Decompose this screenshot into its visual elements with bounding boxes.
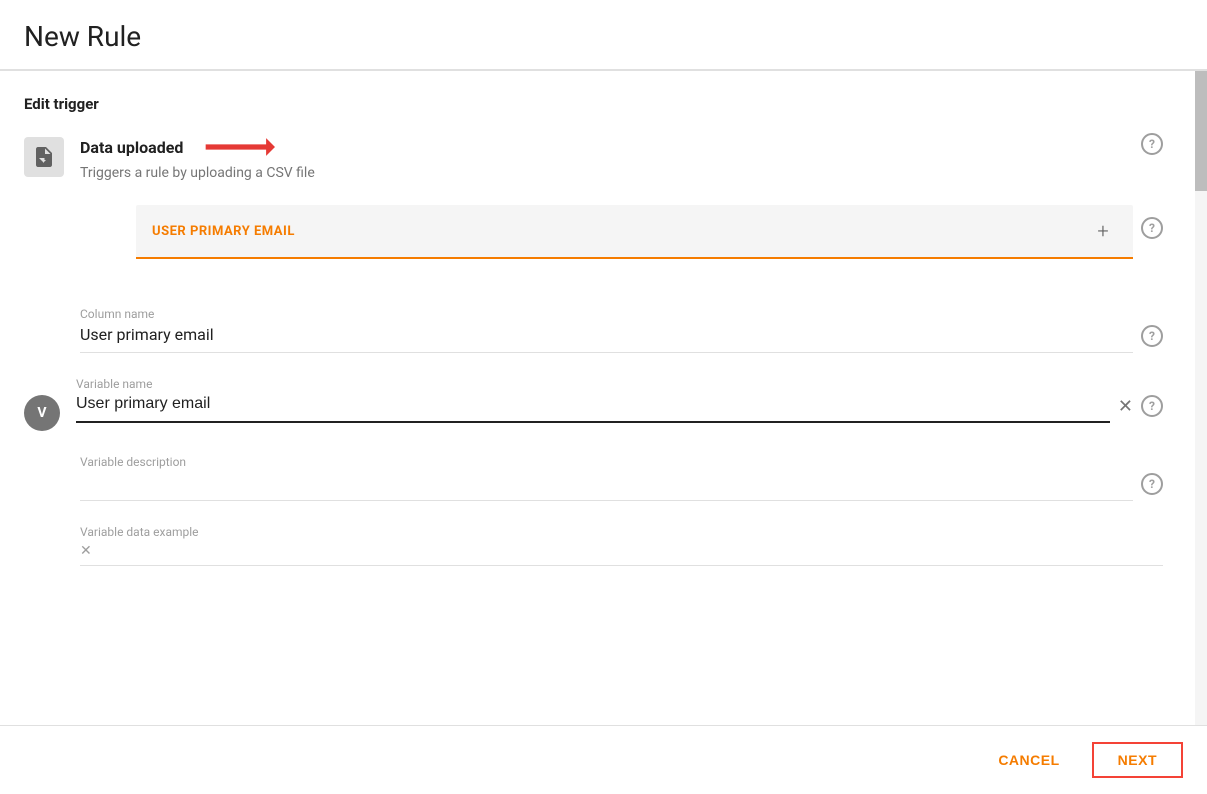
variable-avatar: V bbox=[24, 395, 60, 431]
column-name-help-icon[interactable]: ? bbox=[1141, 325, 1163, 347]
column-name-label: Column name bbox=[80, 307, 1133, 321]
column-name-field: Column name User primary email bbox=[80, 307, 1133, 353]
scrollbar-thumb[interactable] bbox=[1195, 71, 1207, 191]
column-name-value: User primary email bbox=[80, 325, 1133, 353]
tab-add-button[interactable]: + bbox=[1089, 217, 1117, 245]
variable-description-label: Variable description bbox=[80, 455, 1133, 469]
trigger-description: Triggers a rule by uploading a CSV file bbox=[80, 165, 1133, 181]
footer: CANCEL NEXT bbox=[0, 725, 1207, 794]
variable-name-label: Variable name bbox=[76, 377, 1133, 391]
variable-data-example-field: Variable data example ✕ bbox=[80, 525, 1163, 566]
tab-section: USER PRIMARY EMAIL + bbox=[136, 205, 1133, 259]
trigger-info: Data uploaded Triggers a rule by uploadi… bbox=[80, 133, 1133, 181]
tab-label: USER PRIMARY EMAIL bbox=[152, 224, 1089, 239]
variable-data-example-label: Variable data example bbox=[80, 525, 1163, 539]
variable-description-help-icon[interactable]: ? bbox=[1141, 473, 1163, 495]
trigger-help-icon[interactable]: ? bbox=[1141, 133, 1163, 155]
page-title: New Rule bbox=[0, 0, 1207, 70]
trigger-name: Data uploaded bbox=[80, 138, 183, 157]
data-upload-icon bbox=[24, 137, 64, 177]
variable-name-clear-button[interactable]: ✕ bbox=[1118, 396, 1133, 423]
section-title-edit-trigger: Edit trigger bbox=[24, 95, 1163, 113]
arrow-annotation bbox=[195, 133, 275, 161]
scrollbar-track[interactable] bbox=[1195, 71, 1207, 725]
cancel-button[interactable]: CANCEL bbox=[982, 744, 1075, 776]
tab-help-icon[interactable]: ? bbox=[1141, 217, 1163, 239]
variable-name-help-icon[interactable]: ? bbox=[1141, 395, 1163, 417]
variable-description-field: Variable description bbox=[80, 455, 1133, 501]
next-button[interactable]: NEXT bbox=[1092, 742, 1183, 778]
variable-name-input[interactable] bbox=[76, 395, 1110, 423]
